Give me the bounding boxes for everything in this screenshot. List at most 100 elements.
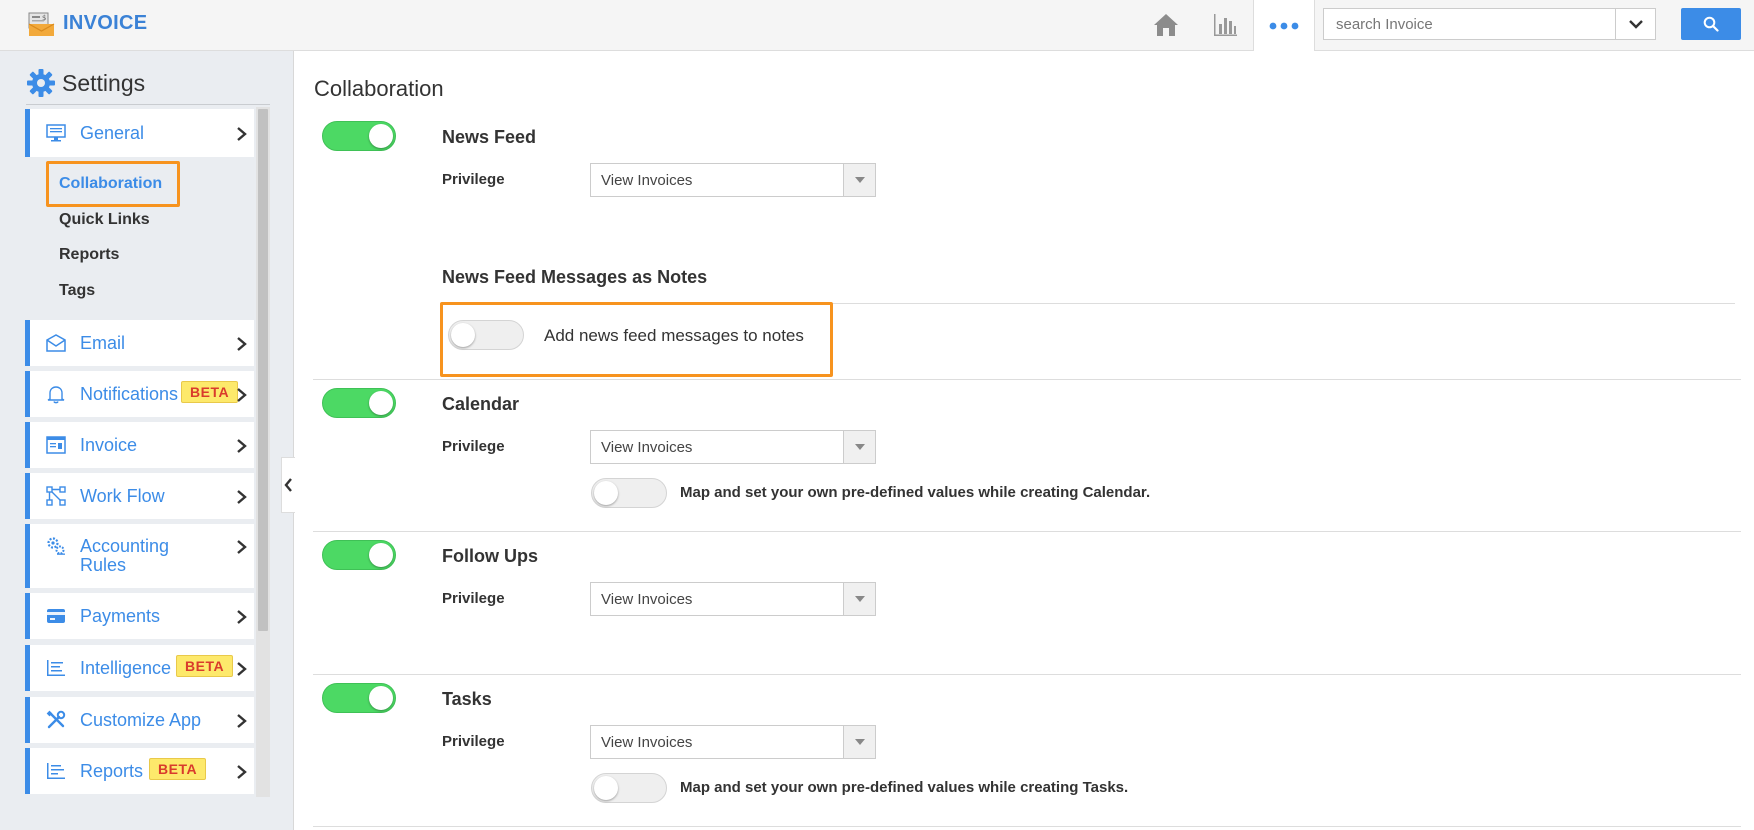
workflow-icon <box>46 486 66 506</box>
sidebar-item-label: Payments <box>80 606 161 626</box>
chevron-right-icon <box>237 439 247 453</box>
chevron-right-icon <box>237 610 247 624</box>
page-title: Collaboration <box>314 76 444 101</box>
sidebar-item-payments[interactable]: Payments <box>25 593 254 639</box>
app-title: INVOICE <box>63 12 148 34</box>
home-icon[interactable] <box>1148 8 1184 42</box>
news-feed-notes-toggle[interactable] <box>448 320 524 350</box>
collapse-sidebar-button[interactable] <box>281 457 295 513</box>
notes-toggle-label: Add news feed messages to notes <box>544 326 804 345</box>
scrollbar-thumb[interactable] <box>258 109 268 631</box>
calendar-map-toggle[interactable] <box>591 478 667 508</box>
sub-item-quick-links[interactable]: Quick Links <box>59 211 150 229</box>
sidebar-item-label: General <box>80 123 145 143</box>
sidebar-item-label: Customize App <box>80 710 202 730</box>
gear-icon <box>27 69 55 97</box>
envelope-icon <box>46 333 66 353</box>
calendar-toggle[interactable] <box>322 388 396 418</box>
analytics-icon[interactable] <box>1207 8 1243 42</box>
chevron-right-icon <box>237 540 247 554</box>
sidebar-item-email[interactable]: Email <box>25 320 254 366</box>
search-scope-dropdown[interactable] <box>1615 9 1655 39</box>
chart-lines-icon <box>46 658 66 678</box>
tasks-map-toggle[interactable] <box>591 773 667 803</box>
chevron-right-icon <box>237 337 247 351</box>
follow-ups-privilege-select[interactable]: View Invoices <box>590 582 876 616</box>
divider <box>313 379 1741 380</box>
privilege-label: Privilege <box>442 733 505 750</box>
chevron-right-icon <box>237 127 247 141</box>
tasks-map-label: Map and set your own pre-defined values … <box>680 779 1129 796</box>
section-title-news-feed-notes: News Feed Messages as Notes <box>442 267 708 287</box>
invoice-icon <box>46 435 66 455</box>
divider <box>26 104 270 105</box>
sidebar-item-reports[interactable]: Reports BETA <box>25 748 254 794</box>
bell-icon <box>46 384 66 404</box>
chevron-right-icon <box>237 388 247 402</box>
sub-item-reports[interactable]: Reports <box>59 246 119 264</box>
monitor-icon <box>46 123 66 143</box>
select-value: View Invoices <box>601 439 693 456</box>
chevron-right-icon <box>237 714 247 728</box>
sidebar-item-label: Intelligence <box>80 658 172 678</box>
toggle-knob <box>594 481 618 505</box>
sub-item-collaboration[interactable]: Collaboration <box>59 175 162 193</box>
more-dots-icon <box>1269 22 1299 29</box>
follow-ups-toggle[interactable] <box>322 540 396 570</box>
privilege-label: Privilege <box>442 438 505 455</box>
top-bar: $ INVOICE <box>0 0 1754 51</box>
toggle-knob <box>369 543 393 567</box>
toggle-knob <box>369 686 393 710</box>
card-icon <box>46 606 66 626</box>
settings-sidebar: Settings General Collaboration Quick Lin… <box>0 51 294 830</box>
search-icon <box>1703 16 1719 32</box>
sidebar-item-label: Reports <box>80 761 144 781</box>
tools-icon <box>46 710 66 730</box>
sidebar-item-label: Email <box>80 333 126 353</box>
calendar-privilege-select[interactable]: View Invoices <box>590 430 876 464</box>
divider <box>313 531 1741 532</box>
sidebar-item-notifications[interactable]: Notifications BETA <box>25 371 254 417</box>
toggle-knob <box>369 124 393 148</box>
sidebar-item-label: Invoice <box>80 435 138 455</box>
gears-icon <box>46 536 66 556</box>
search-input[interactable] <box>1324 9 1612 39</box>
sidebar-item-accounting-rules[interactable]: Accounting Rules <box>25 524 254 588</box>
sidebar-item-general[interactable]: General <box>25 109 254 157</box>
toggle-knob <box>369 391 393 415</box>
tasks-toggle[interactable] <box>322 683 396 713</box>
toggle-knob <box>451 323 475 347</box>
caret-down-icon <box>843 583 875 615</box>
chevron-right-icon <box>237 490 247 504</box>
beta-badge: BETA <box>181 381 239 403</box>
select-value: View Invoices <box>601 734 693 751</box>
search-button[interactable] <box>1681 8 1741 40</box>
section-title-calendar: Calendar <box>442 394 520 414</box>
tasks-privilege-select[interactable]: View Invoices <box>590 725 876 759</box>
caret-down-icon <box>843 726 875 758</box>
sidebar-item-label: Notifications <box>80 384 179 404</box>
section-title-news-feed: News Feed <box>442 127 537 147</box>
sidebar-item-work-flow[interactable]: Work Flow <box>25 473 254 519</box>
sidebar-item-customize-app[interactable]: Customize App <box>25 697 254 743</box>
select-value: View Invoices <box>601 591 693 608</box>
news-feed-toggle[interactable] <box>322 121 396 151</box>
divider <box>313 674 1741 675</box>
news-feed-privilege-select[interactable]: View Invoices <box>590 163 876 197</box>
beta-badge: BETA <box>176 655 234 677</box>
calendar-map-label: Map and set your own pre-defined values … <box>680 484 1151 501</box>
sub-item-tags[interactable]: Tags <box>59 282 95 300</box>
more-options-button[interactable] <box>1253 0 1315 51</box>
sidebar-item-intelligence[interactable]: Intelligence BETA <box>25 645 254 691</box>
sidebar-title: Settings <box>62 69 146 96</box>
divider <box>313 826 1741 827</box>
chevron-right-icon <box>237 765 247 779</box>
toggle-knob <box>594 776 618 800</box>
chevron-right-icon <box>237 662 247 676</box>
sidebar-item-invoice[interactable]: Invoice <box>25 422 254 468</box>
beta-badge: BETA <box>149 758 207 780</box>
brand[interactable]: $ INVOICE <box>28 10 147 37</box>
sidebar-item-label: Work Flow <box>80 486 165 506</box>
report-icon <box>46 761 66 781</box>
sidebar-item-label: Accounting Rules <box>80 536 170 575</box>
